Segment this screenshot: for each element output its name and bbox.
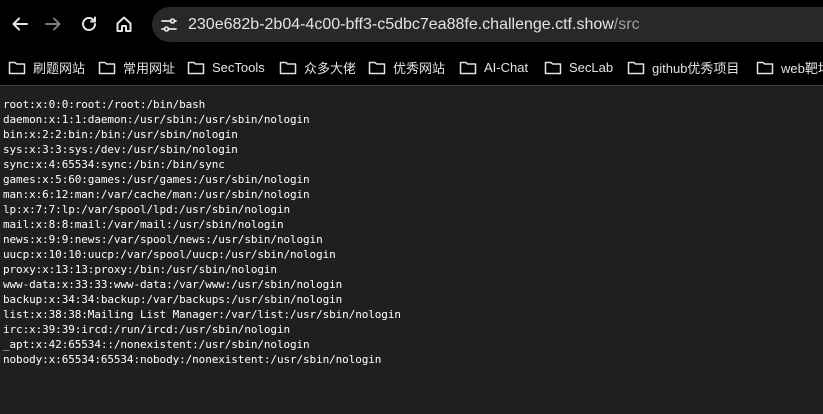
folder-icon bbox=[279, 61, 297, 74]
forward-arrow-icon bbox=[45, 17, 61, 31]
passwd-line: nobody:x:65534:65534:nobody:/nonexistent… bbox=[3, 353, 382, 366]
address-bar[interactable]: 230e682b-2b04-4c00-bff3-c5dbc7ea88fe.cha… bbox=[152, 7, 823, 42]
bookmark-folder[interactable]: 众多大佬 bbox=[279, 55, 356, 79]
bookmark-label: github优秀项目 bbox=[652, 60, 740, 76]
passwd-line: proxy:x:13:13:proxy:/bin:/usr/sbin/nolog… bbox=[3, 263, 277, 276]
bookmark-folder[interactable]: web靶场 bbox=[756, 55, 823, 79]
folder-icon bbox=[368, 61, 386, 74]
passwd-line: news:x:9:9:news:/var/spool/news:/usr/sbi… bbox=[3, 233, 323, 246]
passwd-line: backup:x:34:34:backup:/var/backups:/usr/… bbox=[3, 293, 343, 306]
bookmark-label: 常用网址 bbox=[123, 60, 176, 76]
passwd-line: root:x:0:0:root:/root:/bin/bash bbox=[3, 98, 206, 111]
bookmark-folder[interactable]: github优秀项目 bbox=[627, 55, 739, 79]
passwd-line: man:x:6:12:man:/var/cache/man:/usr/sbin/… bbox=[3, 188, 310, 201]
passwd-line: mail:x:8:8:mail:/var/mail:/usr/sbin/nolo… bbox=[3, 218, 284, 231]
passwd-line: sys:x:3:3:sys:/dev:/usr/sbin/nologin bbox=[3, 143, 238, 156]
passwd-line: lp:x:7:7:lp:/var/spool/lpd:/usr/sbin/nol… bbox=[3, 203, 290, 216]
bookmark-label: 刷题网站 bbox=[33, 60, 86, 76]
bookmarks-bar: 刷题网站 常用网址 SecTools 众多大佬 优秀网站 AI-Chat Sec… bbox=[0, 49, 823, 85]
home-button[interactable] bbox=[109, 9, 139, 39]
passwd-line: sync:x:4:65534:sync:/bin:/bin/sync bbox=[3, 158, 225, 171]
bookmark-label: 众多大佬 bbox=[304, 60, 357, 76]
bookmark-folder[interactable]: 刷题网站 bbox=[8, 55, 85, 79]
passwd-line: bin:x:2:2:bin:/bin:/usr/sbin/nologin bbox=[3, 128, 238, 141]
url-path: /src bbox=[613, 16, 640, 33]
site-settings-icon[interactable] bbox=[160, 16, 178, 34]
passwd-line: irc:x:39:39:ircd:/run/ircd:/usr/sbin/nol… bbox=[3, 323, 290, 336]
bookmark-label: SecTools bbox=[212, 59, 265, 75]
back-arrow-icon bbox=[12, 17, 28, 31]
folder-icon bbox=[8, 61, 26, 74]
reload-button[interactable] bbox=[74, 9, 104, 39]
folder-icon bbox=[459, 61, 477, 74]
bookmark-label: web靶场 bbox=[781, 60, 823, 76]
folder-icon bbox=[98, 61, 116, 74]
folder-icon bbox=[627, 61, 645, 74]
passwd-line: list:x:38:38:Mailing List Manager:/var/l… bbox=[3, 308, 401, 321]
bookmark-folder[interactable]: SecLab bbox=[544, 55, 613, 79]
folder-icon bbox=[756, 61, 774, 74]
passwd-file-text: root:x:0:0:root:/root:/bin/bash daemon:x:… bbox=[3, 97, 401, 367]
page-content: root:x:0:0:root:/root:/bin/bash daemon:x:… bbox=[0, 86, 823, 414]
passwd-line: uucp:x:10:10:uucp:/var/spool/uucp:/usr/s… bbox=[3, 248, 336, 261]
passwd-line: daemon:x:1:1:daemon:/usr/sbin:/usr/sbin/… bbox=[3, 113, 310, 126]
bookmark-folder[interactable]: AI-Chat bbox=[459, 55, 528, 79]
bookmark-folder[interactable]: 优秀网站 bbox=[368, 55, 445, 79]
back-button[interactable] bbox=[5, 9, 35, 39]
bookmark-label: 优秀网站 bbox=[393, 60, 446, 76]
home-icon bbox=[116, 16, 132, 32]
url-text[interactable]: 230e682b-2b04-4c00-bff3-c5dbc7ea88fe.cha… bbox=[188, 15, 640, 34]
bookmark-label: AI-Chat bbox=[484, 59, 529, 75]
reload-icon bbox=[82, 16, 96, 31]
passwd-line: www-data:x:33:33:www-data:/var/www:/usr/… bbox=[3, 278, 343, 291]
browser-toolbar: 230e682b-2b04-4c00-bff3-c5dbc7ea88fe.cha… bbox=[0, 0, 823, 49]
folder-icon bbox=[187, 61, 205, 74]
forward-button[interactable] bbox=[38, 9, 68, 39]
bookmark-folder[interactable]: SecTools bbox=[187, 55, 265, 79]
url-host: 230e682b-2b04-4c00-bff3-c5dbc7ea88fe.cha… bbox=[188, 16, 614, 33]
passwd-line: games:x:5:60:games:/usr/games:/usr/sbin/… bbox=[3, 173, 310, 186]
passwd-line: _apt:x:42:65534::/nonexistent:/usr/sbin/… bbox=[3, 338, 310, 351]
bookmark-folder[interactable]: 常用网址 bbox=[98, 55, 175, 79]
folder-icon bbox=[544, 61, 562, 74]
bookmark-label: SecLab bbox=[569, 59, 614, 75]
